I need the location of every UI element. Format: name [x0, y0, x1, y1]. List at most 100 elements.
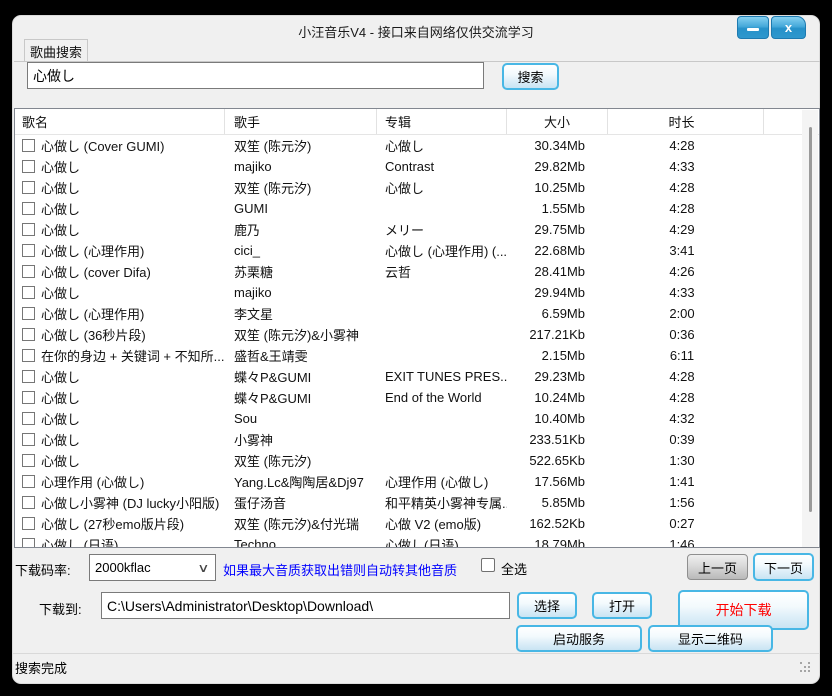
table-row[interactable]: 心做し (36秒片段) 双笙 (陈元汐)&小雾神 217.21Kb 0:36 — [15, 324, 819, 345]
song-album: EXIT TUNES PRES... — [377, 369, 507, 384]
row-checkbox[interactable] — [22, 328, 35, 341]
table-row[interactable]: 心做し (Cover GUMI) 双笙 (陈元汐) 心做し 30.34Mb 4:… — [15, 135, 819, 156]
row-checkbox[interactable] — [22, 538, 35, 548]
row-checkbox[interactable] — [22, 202, 35, 215]
tab-song-search[interactable]: 歌曲搜索 — [24, 39, 88, 62]
open-folder-button[interactable]: 打开 — [592, 592, 652, 619]
column-header-artist[interactable]: 歌手 — [225, 109, 377, 134]
table-row[interactable]: 心理作用 (心做し) Yang.Lc&陶陶居&Dj97 心理作用 (心做し) 1… — [15, 471, 819, 492]
song-duration: 4:33 — [608, 285, 764, 300]
song-duration: 4:32 — [608, 411, 764, 426]
row-checkbox[interactable] — [22, 307, 35, 320]
prev-page-button[interactable]: 上一页 — [687, 554, 748, 580]
search-input[interactable] — [27, 62, 484, 89]
song-size: 5.85Mb — [507, 495, 608, 510]
download-path-input[interactable] — [101, 592, 510, 619]
row-checkbox[interactable] — [22, 475, 35, 488]
close-button[interactable]: x — [771, 16, 806, 39]
search-button[interactable]: 搜索 — [502, 63, 559, 90]
row-checkbox[interactable] — [22, 286, 35, 299]
table-row[interactable]: 心做し小雾神 (DJ lucky小阳版) 蛋仔汤音 和平精英小雾神专属... 5… — [15, 492, 819, 513]
row-checkbox[interactable] — [22, 391, 35, 404]
table-row[interactable]: 心做し GUMI 1.55Mb 4:28 — [15, 198, 819, 219]
start-service-button[interactable]: 启动服务 — [516, 625, 642, 652]
table-row[interactable]: 心做し (27秒emo版片段) 双笙 (陈元汐)&付光瑞 心做 V2 (emo版… — [15, 513, 819, 534]
bitrate-dropdown[interactable]: 2000kflac ∨ — [89, 554, 216, 581]
table-row[interactable]: 心做し 双笙 (陈元汐) 522.65Kb 1:30 — [15, 450, 819, 471]
scrollbar-thumb[interactable] — [809, 127, 812, 512]
song-size: 18.79Mb — [507, 537, 608, 548]
song-duration: 2:00 — [608, 306, 764, 321]
row-checkbox[interactable] — [22, 139, 35, 152]
next-page-button[interactable]: 下一页 — [753, 553, 814, 581]
column-header-size[interactable]: 大小 — [507, 109, 608, 134]
song-name: 心做し — [41, 409, 80, 428]
window-title: 小汪音乐V4 - 接口来自网络仅供交流学习 — [13, 22, 819, 41]
table-row[interactable]: 心做し (日语) Techno 心做し(日语) 18.79Mb 1:46 — [15, 534, 819, 548]
row-checkbox[interactable] — [22, 265, 35, 278]
song-name: 心做し (36秒片段) — [41, 325, 146, 344]
quality-hint-text: 如果最大音质获取出错则自动转其他音质 — [223, 560, 457, 579]
column-header-name[interactable]: 歌名 — [15, 109, 225, 134]
table-row[interactable]: 心做し (cover Difa) 苏栗糖 云哲 28.41Mb 4:26 — [15, 261, 819, 282]
titlebar-buttons: x — [737, 16, 806, 39]
song-size: 162.52Kb — [507, 516, 608, 531]
song-duration: 1:41 — [608, 474, 764, 489]
song-size: 29.94Mb — [507, 285, 608, 300]
song-name: 心做し (心理作用) — [41, 304, 144, 323]
table-row[interactable]: 心做し Sou 10.40Mb 4:32 — [15, 408, 819, 429]
choose-folder-button[interactable]: 选择 — [517, 592, 577, 619]
row-checkbox[interactable] — [22, 349, 35, 362]
song-artist: Yang.Lc&陶陶居&Dj97 — [225, 472, 377, 491]
row-checkbox[interactable] — [22, 412, 35, 425]
app-window: 小汪音乐V4 - 接口来自网络仅供交流学习 x 歌曲搜索 搜索 歌名 歌手 专辑… — [12, 15, 820, 684]
song-artist: 蛋仔汤音 — [225, 493, 377, 512]
song-album: 心做し — [377, 136, 507, 155]
row-checkbox[interactable] — [22, 496, 35, 509]
song-name: 心理作用 (心做し) — [41, 472, 144, 491]
row-checkbox[interactable] — [22, 370, 35, 383]
table-header: 歌名 歌手 专辑 大小 时长 — [15, 109, 819, 135]
show-qrcode-button[interactable]: 显示二维码 — [648, 625, 773, 652]
select-all-label: 全选 — [501, 559, 527, 578]
table-row[interactable]: 在你的身边 + 关键词 + 不知所... 盛哲&王靖雯 2.15Mb 6:11 — [15, 345, 819, 366]
song-size: 1.55Mb — [507, 201, 608, 216]
table-row[interactable]: 心做し 蝶々P&GUMI EXIT TUNES PRES... 29.23Mb … — [15, 366, 819, 387]
start-download-button[interactable]: 开始下载 — [678, 590, 809, 630]
results-table: 歌名 歌手 专辑 大小 时长 心做し (Cover GUMI) 双笙 (陈元汐)… — [14, 108, 820, 548]
table-scrollbar[interactable] — [802, 110, 818, 547]
song-size: 29.23Mb — [507, 369, 608, 384]
table-row[interactable]: 心做し 蝶々P&GUMI End of the World 10.24Mb 4:… — [15, 387, 819, 408]
song-name: 心做し — [41, 220, 80, 239]
song-artist: 双笙 (陈元汐)&付光瑞 — [225, 514, 377, 533]
table-row[interactable]: 心做し majiko Contrast 29.82Mb 4:33 — [15, 156, 819, 177]
row-checkbox[interactable] — [22, 181, 35, 194]
column-header-duration[interactable]: 时长 — [608, 109, 764, 134]
song-size: 522.65Kb — [507, 453, 608, 468]
select-all-checkbox[interactable] — [481, 558, 495, 572]
song-size: 6.59Mb — [507, 306, 608, 321]
minimize-button[interactable] — [737, 16, 769, 39]
table-row[interactable]: 心做し (心理作用) 李文星 6.59Mb 2:00 — [15, 303, 819, 324]
song-name: 心做し — [41, 388, 80, 407]
song-artist: cici_ — [225, 243, 377, 258]
row-checkbox[interactable] — [22, 223, 35, 236]
row-checkbox[interactable] — [22, 517, 35, 530]
table-row[interactable]: 心做し 双笙 (陈元汐) 心做し 10.25Mb 4:28 — [15, 177, 819, 198]
row-checkbox[interactable] — [22, 454, 35, 467]
song-duration: 0:36 — [608, 327, 764, 342]
song-artist: 双笙 (陈元汐) — [225, 136, 377, 155]
row-checkbox[interactable] — [22, 433, 35, 446]
song-album: 心做し — [377, 178, 507, 197]
table-row[interactable]: 心做し 小雾神 233.51Kb 0:39 — [15, 429, 819, 450]
chevron-down-icon: ∨ — [197, 561, 209, 575]
row-checkbox[interactable] — [22, 160, 35, 173]
resize-grip-icon[interactable] — [800, 662, 812, 674]
column-header-album[interactable]: 专辑 — [377, 109, 507, 134]
row-checkbox[interactable] — [22, 244, 35, 257]
table-row[interactable]: 心做し majiko 29.94Mb 4:33 — [15, 282, 819, 303]
table-row[interactable]: 心做し 鹿乃 メリー 29.75Mb 4:29 — [15, 219, 819, 240]
table-row[interactable]: 心做し (心理作用) cici_ 心做し (心理作用) (... 22.68Mb… — [15, 240, 819, 261]
song-size: 29.82Mb — [507, 159, 608, 174]
song-name: 心做し — [41, 367, 80, 386]
